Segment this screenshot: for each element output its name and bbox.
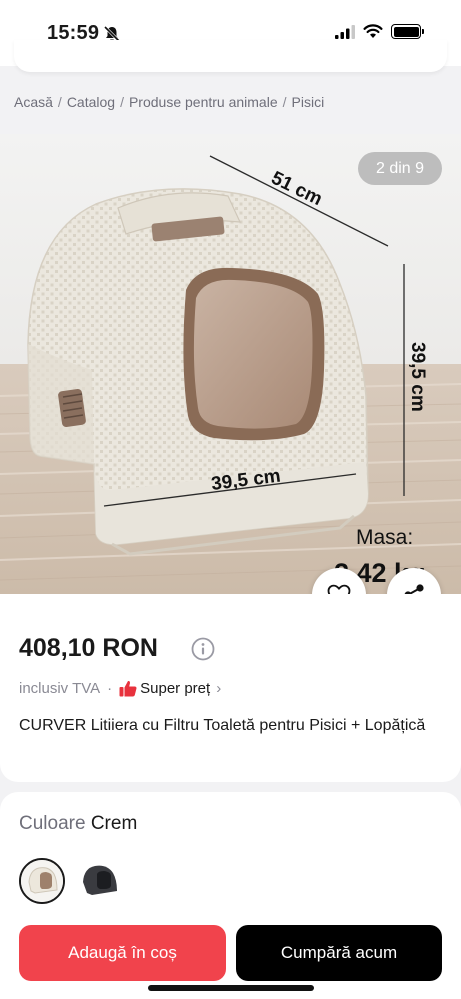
home-indicator [148,985,314,991]
status-indicators [335,24,424,39]
cellular-signal-icon [335,24,355,39]
cream-litter-box-thumbnail [21,860,63,902]
header-card [0,40,461,74]
battery-icon [391,24,424,39]
breadcrumb: Acasă / Catalog / Produse pentru animale / Pis… [14,94,324,110]
separator-dot: · [107,680,113,697]
black-litter-box-thumbnail [77,858,123,904]
color-key: Culoare [19,813,86,834]
color-swatch-black[interactable] [77,858,123,904]
color-label: Culoare Crem [19,813,137,835]
product-image: 51 cm 39,5 cm 39,5 cm Masa: 2,42 kg [0,134,461,594]
wifi-icon [363,24,383,38]
add-to-cart-button[interactable]: Adaugă în coș [19,925,226,981]
breadcrumb-item-home[interactable]: Acasă [14,94,53,110]
header-card-surface [14,40,447,72]
breadcrumb-item-pet-products[interactable]: Produse pentru animale [129,94,278,110]
buy-now-button[interactable]: Cumpără acum [236,925,442,981]
product-image-gallery[interactable]: 51 cm 39,5 cm 39,5 cm Masa: 2,42 kg [0,134,461,594]
thumbs-up-icon [119,680,137,697]
chevron-right-icon: › [216,680,222,697]
mass-label: Masa: [356,526,413,549]
image-counter-badge: 2 din 9 [358,152,442,185]
product-price: 408,10 RON [19,634,158,662]
dimension-height-label: 39,5 cm [407,342,428,412]
super-price-badge[interactable]: Super preț [140,680,210,697]
product-title: CURVER Litiiera cu Filtru Toaletă pentru… [19,717,426,734]
price-info-icon[interactable] [191,637,215,661]
color-swatch-cream[interactable] [19,858,65,904]
tva-label: inclusiv TVA [19,680,101,697]
breadcrumb-separator: / [57,94,62,110]
breadcrumb-separator: / [120,94,124,110]
color-selected-value: Crem [90,813,138,834]
price-meta-row: inclusiv TVA · Super preț › [19,680,221,697]
breadcrumb-separator: / [282,94,287,110]
breadcrumb-item-cats[interactable]: Pisici [292,94,325,110]
breadcrumb-item-catalog[interactable]: Catalog [67,94,115,110]
